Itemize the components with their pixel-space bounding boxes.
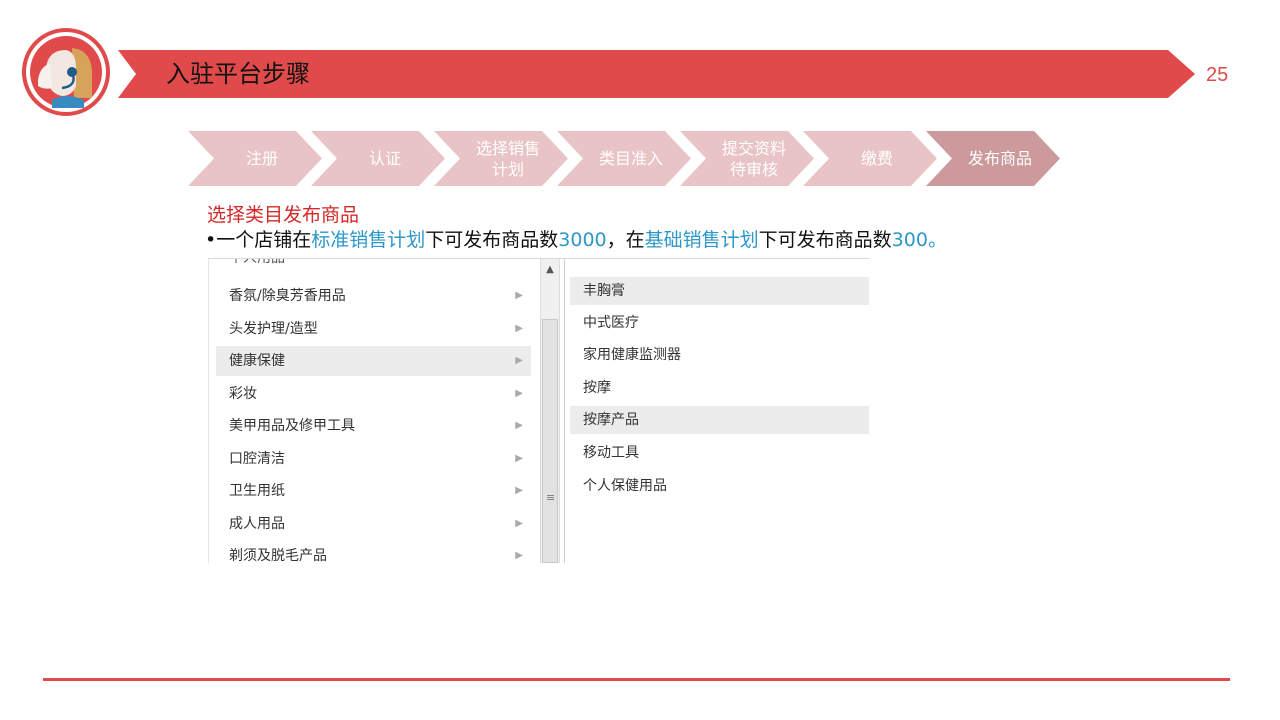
scroll-up-arrow-icon[interactable]: ▲ [541, 259, 559, 281]
step-register: 注册 [188, 131, 322, 186]
category-label: 口腔清洁 [229, 451, 285, 467]
list-item[interactable]: 按摩产品 [570, 406, 869, 434]
category-scrollbar[interactable]: ▲ ≡ [540, 259, 560, 563]
list-item[interactable]: 彩妆 ▶ [216, 379, 531, 409]
step-verify: 认证 [311, 131, 445, 186]
desc-part-4: 下可发布商品数 [758, 229, 892, 251]
footer-divider [43, 678, 1230, 681]
page-number: 25 [1206, 64, 1229, 86]
chevron-right-icon: ▶ [515, 518, 523, 529]
desc-part-5: 。 [927, 229, 947, 251]
list-item[interactable]: 头发护理/造型 ▶ [216, 314, 531, 344]
desc-part-1: 一个店铺在 [216, 229, 312, 251]
list-item[interactable]: 移动工具 [570, 439, 869, 467]
step-choose-plan: 选择销售 计划 [434, 131, 568, 186]
bullet: • [205, 229, 217, 251]
scroll-thumb[interactable]: ≡ [542, 319, 558, 563]
chevron-right-icon: ▶ [515, 485, 523, 496]
list-item[interactable]: 按摩 [570, 374, 869, 402]
category-label: 美甲用品及修甲工具 [229, 418, 355, 434]
cut-off-category: 个人用品 [229, 259, 285, 267]
page-title: 入驻平台步骤 [166, 60, 310, 88]
chevron-right-icon: ▶ [515, 323, 523, 334]
chevron-right-icon: ▶ [515, 388, 523, 399]
list-item[interactable]: 美甲用品及修甲工具 ▶ [216, 411, 531, 441]
list-item[interactable]: 个人保健用品 [570, 472, 869, 500]
description-line: •一个店铺在标准销售计划下可发布商品数3000，在基础销售计划下可发布商品数30… [205, 225, 947, 252]
step-submit-review: 提交资料 待审核 [680, 131, 814, 186]
category-label: 彩妆 [229, 386, 257, 402]
step-payment: 缴费 [803, 131, 937, 186]
category-picker: 个人用品 香氛/除臭芳香用品 ▶ 头发护理/造型 ▶ 健康保健 ▶ 彩妆 ▶ 美甲用品及… [208, 258, 869, 563]
desc-part-3: ，在 [606, 229, 645, 251]
grip-icon: ≡ [546, 491, 556, 504]
basic-limit: 300 [891, 229, 928, 251]
process-steps: 注册 认证 选择销售 计划 类目准入 提交资料 待审核 缴费 发布商品 [188, 131, 1068, 186]
chevron-right-icon: ▶ [515, 550, 523, 561]
chevron-right-icon: ▶ [515, 290, 523, 301]
list-item[interactable]: 家用健康监测器 [570, 341, 869, 369]
list-item[interactable]: 中式医疗 [570, 309, 869, 337]
customer-service-logo [22, 28, 110, 116]
sub-category-list: 丰胸膏 中式医疗 家用健康监测器 按摩 按摩产品 移动工具 个人保健用品 [564, 259, 869, 563]
category-label: 头发护理/造型 [229, 321, 318, 337]
chevron-right-icon: ▶ [515, 420, 523, 431]
step-publish: 发布商品 [926, 131, 1060, 186]
title-banner: 入驻平台步骤 [118, 50, 1195, 98]
standard-limit: 3000 [558, 229, 607, 251]
list-item[interactable]: 香氛/除臭芳香用品 ▶ [216, 281, 531, 311]
chevron-right-icon: ▶ [515, 355, 523, 366]
category-label: 成人用品 [229, 516, 285, 532]
headset-agent-icon [26, 32, 106, 112]
list-item[interactable]: 卫生用纸 ▶ [216, 476, 531, 506]
section-subtitle: 选择类目发布商品 [207, 204, 360, 226]
primary-category-list: 个人用品 香氛/除臭芳香用品 ▶ 头发护理/造型 ▶ 健康保健 ▶ 彩妆 ▶ 美甲用品及… [209, 259, 539, 563]
list-item[interactable]: 丰胸膏 [570, 277, 869, 305]
standard-plan-text: 标准销售计划 [311, 229, 426, 251]
category-label: 健康保健 [229, 353, 285, 369]
list-item[interactable]: 成人用品 ▶ [216, 509, 531, 539]
category-label: 香氛/除臭芳香用品 [229, 288, 346, 304]
basic-plan-text: 基础销售计划 [644, 229, 759, 251]
desc-part-2: 下可发布商品数 [425, 229, 559, 251]
chevron-right-icon: ▶ [515, 453, 523, 464]
category-label: 剃须及脱毛产品 [229, 548, 327, 563]
step-category-access: 类目准入 [557, 131, 691, 186]
list-item[interactable]: 口腔清洁 ▶ [216, 444, 531, 474]
category-label: 卫生用纸 [229, 483, 285, 499]
list-item-selected[interactable]: 健康保健 ▶ [216, 346, 531, 376]
list-item[interactable]: 剃须及脱毛产品 ▶ [216, 541, 531, 563]
